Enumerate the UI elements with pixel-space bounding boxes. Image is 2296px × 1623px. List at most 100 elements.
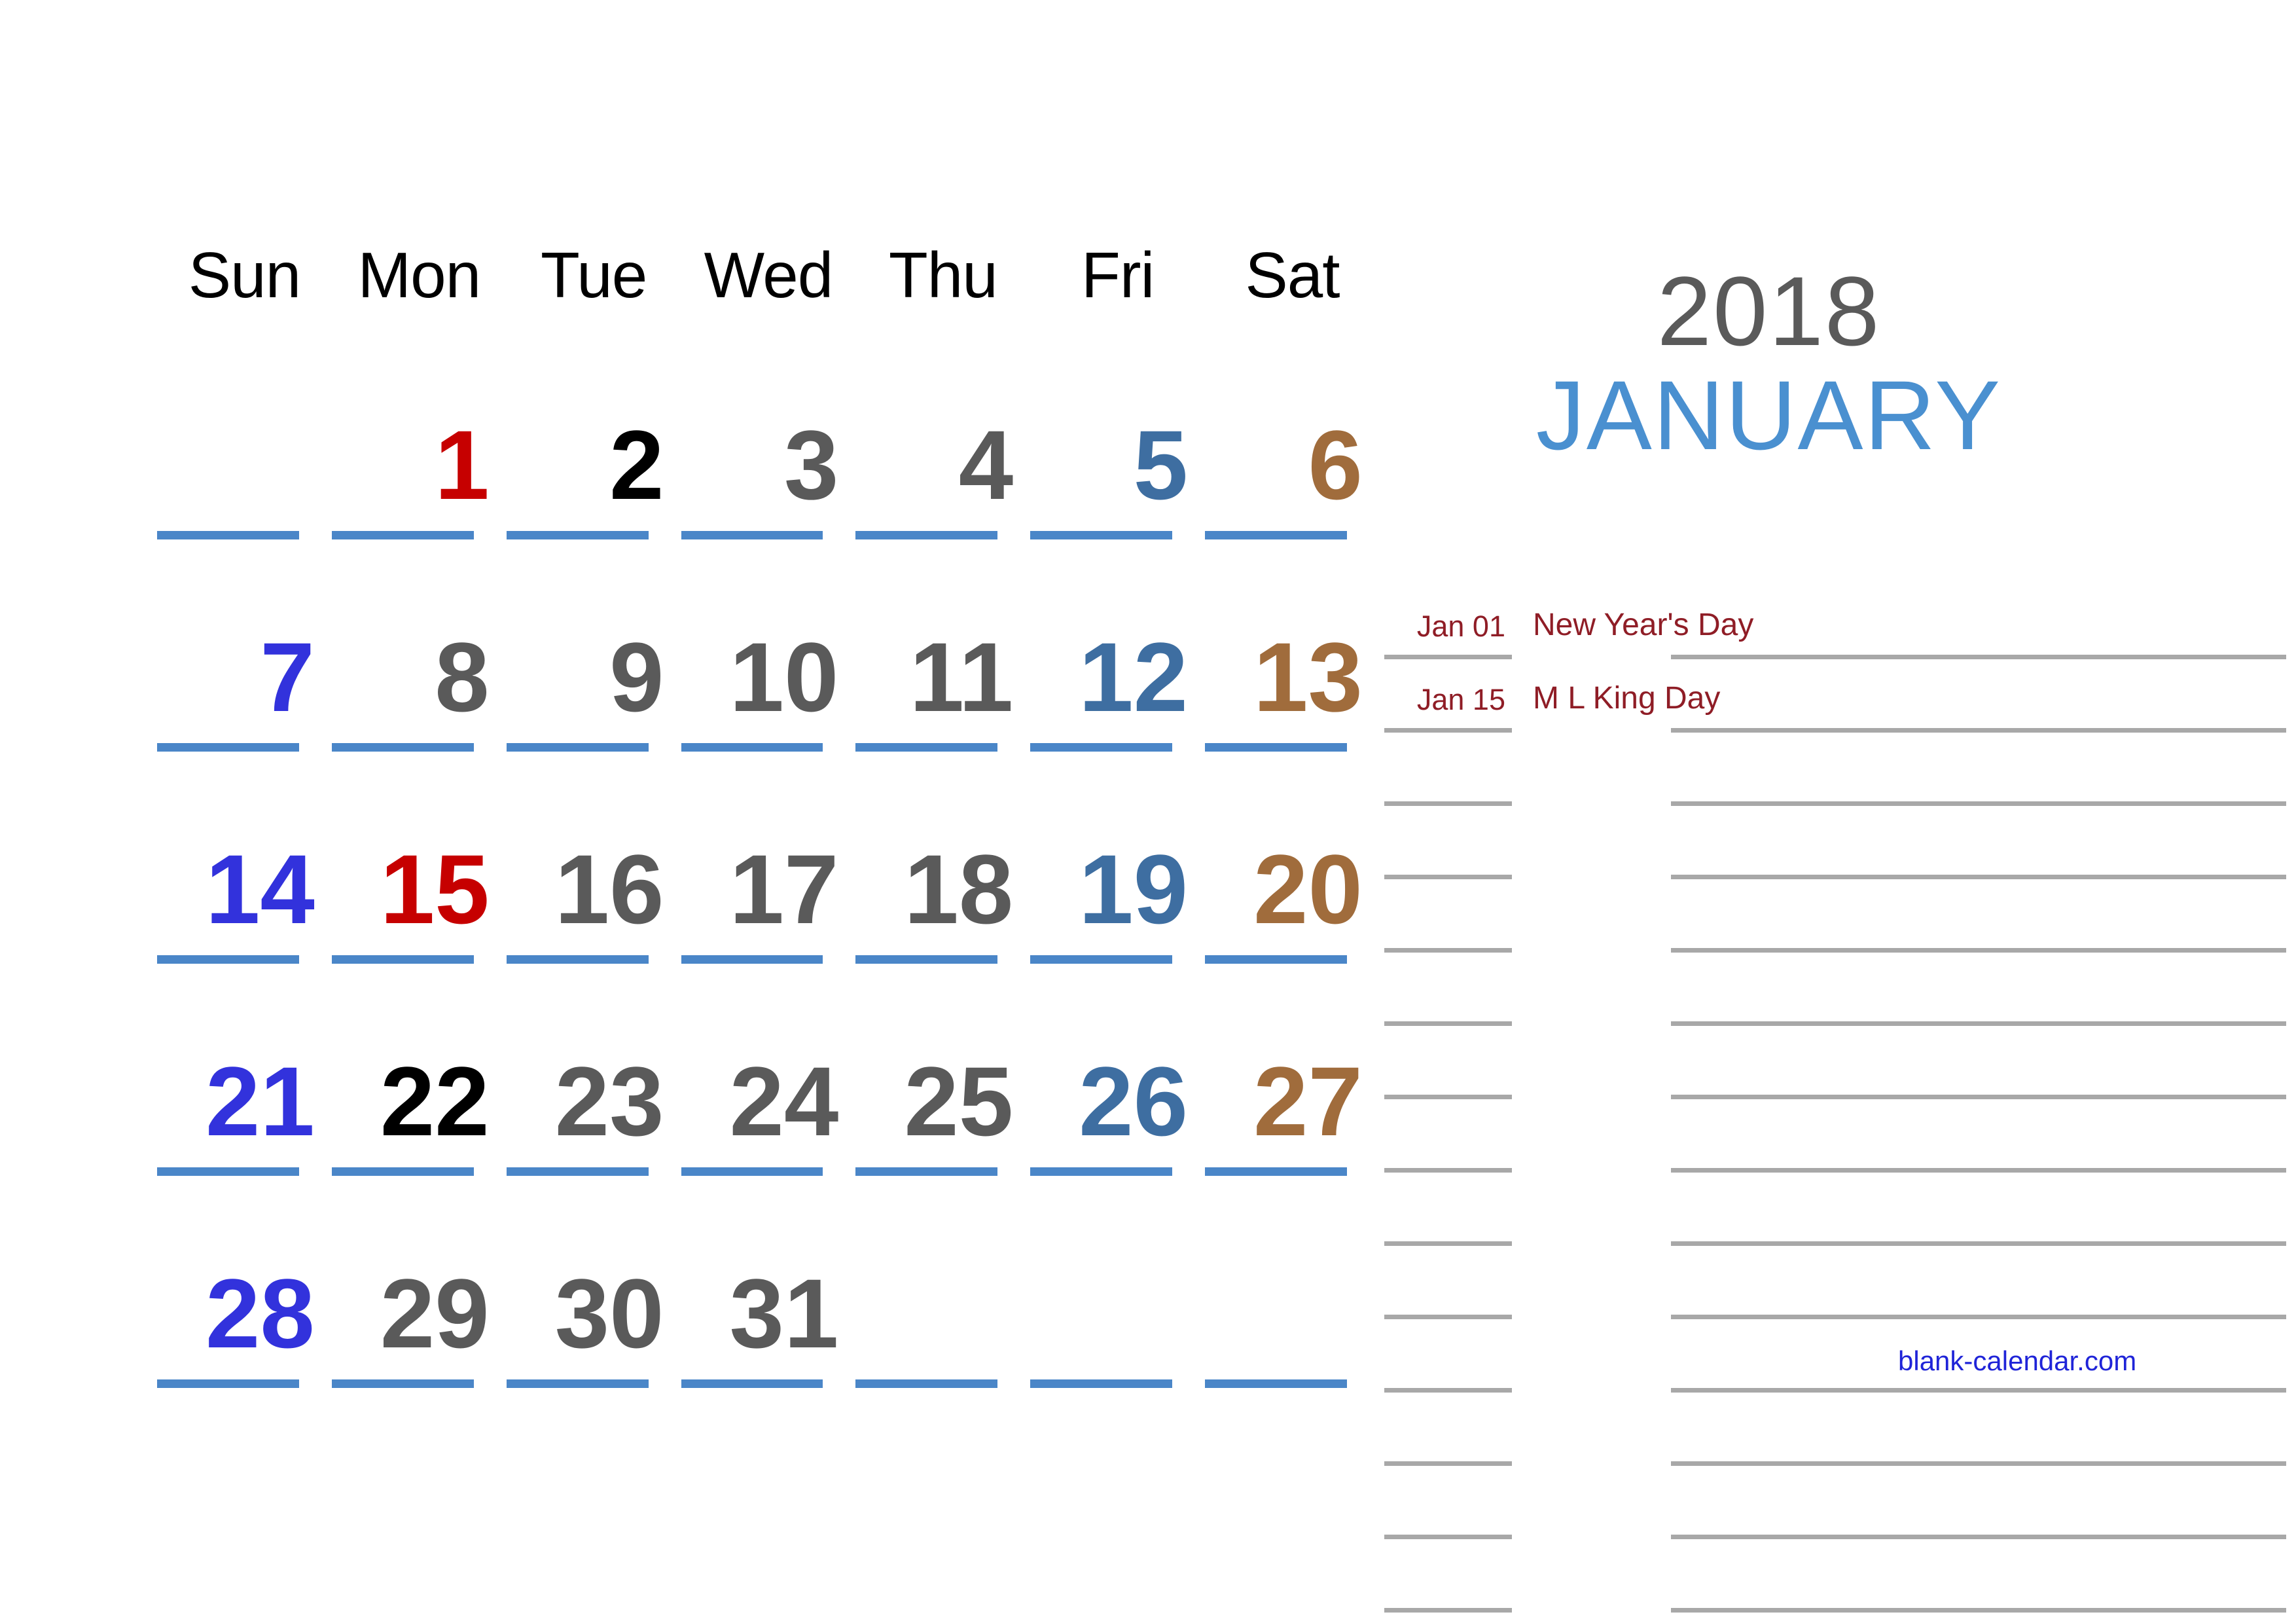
day-cell[interactable]: 18	[855, 752, 1030, 964]
day-number-wrap: 4	[855, 375, 1013, 514]
day-cell[interactable]: 7	[157, 539, 332, 752]
weekday-header-fri: Fri	[1030, 223, 1205, 327]
day-number: 25	[904, 1046, 1014, 1156]
note-event-cell[interactable]	[1528, 953, 2286, 1026]
day-cell[interactable]: 29	[331, 1176, 507, 1388]
day-cell[interactable]: 10	[681, 539, 856, 752]
day-cell[interactable]: 3	[681, 327, 856, 539]
note-event-cell[interactable]	[1528, 1393, 2286, 1466]
day-cell[interactable]: 21	[157, 964, 332, 1176]
note-date-cell[interactable]	[1384, 806, 1512, 879]
note-date-cell[interactable]	[1384, 1026, 1512, 1099]
day-cell[interactable]: 5	[1030, 327, 1205, 539]
day-cell[interactable]: 16	[506, 752, 681, 964]
day-cell[interactable]	[1030, 1176, 1205, 1388]
day-number-wrap: 19	[1030, 799, 1188, 938]
note-date-cell[interactable]	[1384, 1393, 1512, 1466]
day-cell[interactable]: 12	[1030, 539, 1205, 752]
note-row[interactable]	[1384, 1173, 2286, 1246]
day-underline	[506, 743, 649, 752]
note-date-cell[interactable]	[1384, 1246, 1512, 1319]
note-date-cell[interactable]	[1384, 1099, 1512, 1173]
note-event-cell[interactable]	[1528, 879, 2286, 953]
note-event-cell[interactable]: M L King Day	[1528, 659, 2286, 733]
note-date-cell[interactable]: Jan 01	[1384, 586, 1512, 659]
day-cell[interactable]: 11	[855, 539, 1030, 752]
note-row[interactable]	[1384, 1393, 2286, 1466]
day-cell[interactable]: 19	[1030, 752, 1205, 964]
day-cell[interactable]: 28	[157, 1176, 332, 1388]
note-row[interactable]	[1384, 879, 2286, 953]
day-cell[interactable]: 27	[1205, 964, 1380, 1176]
note-row[interactable]	[1384, 733, 2286, 806]
note-event-cell[interactable]	[1528, 806, 2286, 879]
note-event-cell[interactable]	[1528, 1466, 2286, 1539]
weekday-label: Sat	[1245, 239, 1340, 311]
day-number-wrap: 22	[332, 1012, 490, 1150]
day-cell[interactable]: 9	[506, 539, 681, 752]
day-cell[interactable]: 22	[331, 964, 507, 1176]
note-row[interactable]	[1384, 1539, 2286, 1613]
note-row[interactable]: Jan 01 New Year's Day	[1384, 586, 2286, 659]
day-cell[interactable]: 31	[681, 1176, 856, 1388]
note-date-cell[interactable]	[1384, 1466, 1512, 1539]
day-cell[interactable]: 30	[506, 1176, 681, 1388]
day-cell[interactable]: 25	[855, 964, 1030, 1176]
day-cell[interactable]: 26	[1030, 964, 1205, 1176]
note-row[interactable]	[1384, 1026, 2286, 1099]
note-date-cell[interactable]	[1384, 1539, 1512, 1613]
note-rule-left	[1384, 1388, 1512, 1393]
day-cell[interactable]	[855, 1176, 1030, 1388]
note-event-cell[interactable]: New Year's Day	[1528, 586, 2286, 659]
day-cell[interactable]: 1	[331, 327, 507, 539]
note-row[interactable]: Jan 15 M L King Day	[1384, 659, 2286, 733]
day-cell[interactable]: 6	[1205, 327, 1380, 539]
note-event-cell[interactable]	[1528, 733, 2286, 806]
day-cell[interactable]	[157, 327, 332, 539]
day-cell[interactable]: 15	[331, 752, 507, 964]
note-date-cell[interactable]	[1384, 1319, 1512, 1393]
note-row[interactable]	[1384, 953, 2286, 1026]
day-number: 3	[783, 410, 839, 520]
weekday-header-sun: Sun	[157, 223, 332, 327]
note-event-cell[interactable]	[1528, 1246, 2286, 1319]
day-cell[interactable]: 8	[331, 539, 507, 752]
day-cell[interactable]	[1205, 1176, 1380, 1388]
note-row[interactable]	[1384, 1099, 2286, 1173]
day-number: 12	[1079, 622, 1189, 732]
day-cell[interactable]: 14	[157, 752, 332, 964]
note-row[interactable]	[1384, 1246, 2286, 1319]
note-event-cell[interactable]	[1528, 1173, 2286, 1246]
note-date-cell[interactable]: Jan 15	[1384, 659, 1512, 733]
note-date-cell[interactable]	[1384, 1173, 1512, 1246]
site-watermark[interactable]: blank-calendar.com	[1898, 1345, 2136, 1377]
note-event-cell[interactable]	[1528, 1026, 2286, 1099]
day-underline	[157, 531, 299, 539]
day-underline	[681, 743, 823, 752]
note-row[interactable]	[1384, 806, 2286, 879]
day-cell[interactable]: 2	[506, 327, 681, 539]
day-cell[interactable]: 20	[1205, 752, 1380, 964]
day-underline	[1030, 1167, 1173, 1176]
note-rule-right	[1671, 1168, 2286, 1173]
day-cell[interactable]: 13	[1205, 539, 1380, 752]
day-cell[interactable]: 4	[855, 327, 1030, 539]
note-rule-left	[1384, 875, 1512, 879]
note-date: Jan 01	[1416, 610, 1505, 643]
day-cell[interactable]: 24	[681, 964, 856, 1176]
weekday-label: Wed	[704, 239, 834, 311]
day-number-wrap: 16	[507, 799, 664, 938]
note-date-cell[interactable]	[1384, 733, 1512, 806]
note-row[interactable]	[1384, 1466, 2286, 1539]
note-date-cell[interactable]	[1384, 879, 1512, 953]
note-date-cell[interactable]	[1384, 953, 1512, 1026]
day-cell[interactable]: 17	[681, 752, 856, 964]
day-underline	[1030, 1379, 1173, 1388]
day-number-wrap: 21	[157, 1012, 315, 1150]
note-event-cell[interactable]	[1528, 1539, 2286, 1613]
month-grid: Sun Mon Tue Wed Thu Fri Sat 1 2 3 4 5 6 …	[157, 223, 1380, 1388]
note-rule-left	[1384, 655, 1512, 659]
day-cell[interactable]: 23	[506, 964, 681, 1176]
note-event-cell[interactable]	[1528, 1099, 2286, 1173]
day-underline	[1030, 531, 1173, 539]
